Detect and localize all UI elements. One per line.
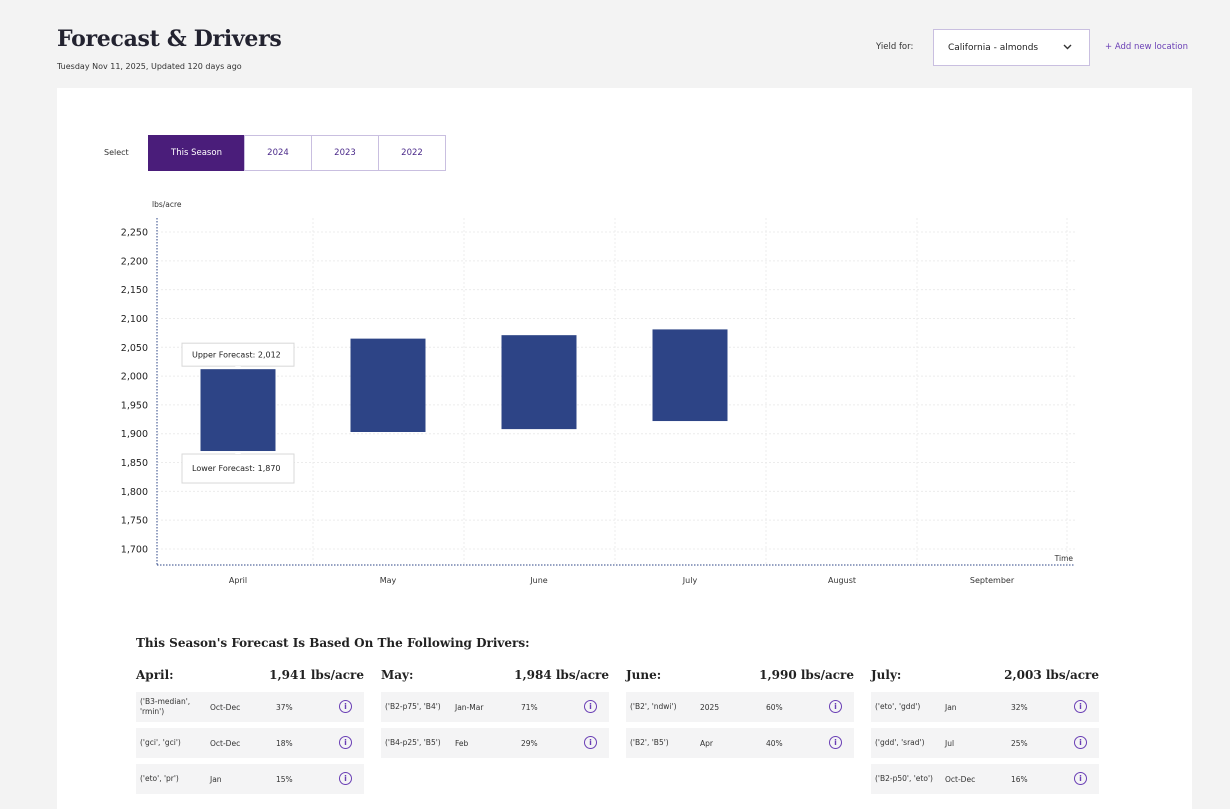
driver-row: ('B2-p50', 'eto') Oct-Dec 16% i bbox=[871, 764, 1099, 794]
driver-feature: ('eto', 'gdd') bbox=[875, 702, 921, 711]
driver-forecast-value: 2,003 lbs/acre bbox=[1004, 668, 1099, 682]
y-tick-label: 2,200 bbox=[121, 256, 148, 267]
y-axis-title: lbs/acre bbox=[152, 200, 182, 209]
driver-percentage: 40% bbox=[766, 738, 783, 748]
y-tick-label: 1,700 bbox=[121, 545, 148, 556]
drivers-heading: This Season's Forecast Is Based On The F… bbox=[136, 636, 530, 650]
driver-percentage: 60% bbox=[766, 702, 783, 712]
driver-period: Oct-Dec bbox=[210, 702, 241, 712]
driver-percentage: 32% bbox=[1011, 702, 1028, 712]
chart-grid bbox=[157, 218, 1075, 565]
driver-feature: ('gdd', 'srad') bbox=[875, 738, 925, 747]
y-tick-label: 1,750 bbox=[121, 516, 148, 527]
driver-percentage: 37% bbox=[276, 702, 293, 712]
driver-period: Apr bbox=[700, 738, 713, 748]
driver-row: ('eto', 'gdd') Jan 32% i bbox=[871, 692, 1099, 722]
driver-period: Jan-Mar bbox=[455, 702, 484, 712]
y-tick-label: 2,000 bbox=[121, 372, 148, 383]
x-tick-label: July bbox=[682, 576, 698, 585]
driver-forecast-value: 1,984 lbs/acre bbox=[514, 668, 609, 682]
forecast-chart: 2,250 2,200 2,150 2,100 2,050 2,000 1,950 1,900… bbox=[121, 200, 1075, 585]
driver-month: June: bbox=[626, 668, 662, 682]
info-icon[interactable]: i bbox=[1074, 700, 1087, 713]
y-tick-label: 2,100 bbox=[121, 314, 148, 325]
forecast-range-bar bbox=[652, 329, 728, 422]
driver-percentage: 25% bbox=[1011, 738, 1028, 748]
info-icon[interactable]: i bbox=[584, 700, 597, 713]
info-icon[interactable]: i bbox=[829, 736, 842, 749]
y-tick-label: 2,050 bbox=[121, 343, 148, 354]
y-tick-label: 1,800 bbox=[121, 487, 148, 498]
driver-row: ('gci', 'gci') Oct-Dec 18% i bbox=[136, 728, 364, 758]
driver-feature: ('B4-p25', 'B5') bbox=[385, 738, 441, 747]
info-icon[interactable]: i bbox=[829, 700, 842, 713]
driver-period: Oct-Dec bbox=[945, 774, 976, 784]
x-axis-title: Time bbox=[1054, 554, 1074, 563]
driver-period: 2025 bbox=[700, 702, 720, 712]
driver-period: Jul bbox=[945, 738, 955, 748]
driver-feature: ('eto', 'pr') bbox=[140, 774, 179, 783]
driver-feature: ('B2-p75', 'B4') bbox=[385, 702, 441, 711]
driver-forecast-value: 1,990 lbs/acre bbox=[759, 668, 854, 682]
x-tick-label: August bbox=[828, 576, 856, 585]
forecast-range-bar bbox=[200, 369, 276, 452]
lower-forecast-tooltip: Lower Forecast: 1,870 bbox=[192, 464, 281, 473]
driver-period: Jan bbox=[210, 774, 222, 784]
driver-month: May: bbox=[381, 668, 414, 682]
driver-feature: ('B3-median', 'rmin') bbox=[140, 697, 191, 716]
y-tick-label: 1,950 bbox=[121, 400, 148, 411]
driver-column: May: 1,984 lbs/acre ('B2-p75', 'B4') Jan-Ma… bbox=[381, 664, 609, 758]
info-icon[interactable]: i bbox=[584, 736, 597, 749]
driver-period: Feb bbox=[455, 738, 469, 748]
driver-row: ('eto', 'pr') Jan 15% i bbox=[136, 764, 364, 794]
driver-row: ('B2-p75', 'B4') Jan-Mar 71% i bbox=[381, 692, 609, 722]
driver-percentage: 16% bbox=[1011, 774, 1028, 784]
info-icon[interactable]: i bbox=[339, 736, 352, 749]
upper-forecast-tooltip-pointer bbox=[235, 366, 241, 370]
x-tick-label: September bbox=[970, 576, 1015, 585]
upper-forecast-tooltip: Upper Forecast: 2,012 bbox=[192, 351, 281, 360]
driver-row: ('B2', 'ndwi') 2025 60% i bbox=[626, 692, 854, 722]
info-icon[interactable]: i bbox=[1074, 736, 1087, 749]
driver-row: ('B2', 'B5') Apr 40% i bbox=[626, 728, 854, 758]
driver-row: ('B3-median', 'rmin') Oct-Dec 37% i bbox=[136, 692, 364, 722]
driver-percentage: 15% bbox=[276, 774, 293, 784]
driver-column: June: 1,990 lbs/acre ('B2', 'ndwi') 2025 60%… bbox=[626, 664, 854, 758]
info-icon[interactable]: i bbox=[1074, 772, 1087, 785]
y-tick-label: 1,900 bbox=[121, 429, 148, 440]
driver-column: April: 1,941 lbs/acre ('B3-median', 'rmin'… bbox=[136, 664, 364, 794]
driver-column-header: May: 1,984 lbs/acre bbox=[381, 664, 609, 686]
driver-period: Jan bbox=[945, 702, 957, 712]
driver-column-header: June: 1,990 lbs/acre bbox=[626, 664, 854, 686]
driver-feature: ('B2', 'B5') bbox=[630, 738, 669, 747]
driver-column-header: April: 1,941 lbs/acre bbox=[136, 664, 364, 686]
info-icon[interactable]: i bbox=[339, 700, 352, 713]
y-tick-label: 2,150 bbox=[121, 285, 148, 296]
driver-month: July: bbox=[871, 668, 902, 682]
driver-row: ('gdd', 'srad') Jul 25% i bbox=[871, 728, 1099, 758]
forecast-range-bar bbox=[350, 338, 426, 432]
y-tick-label: 1,850 bbox=[121, 458, 148, 469]
lower-forecast-tooltip-pointer bbox=[235, 451, 241, 455]
y-tick-label: 2,250 bbox=[121, 228, 148, 239]
driver-column: July: 2,003 lbs/acre ('eto', 'gdd') Jan 32% i… bbox=[871, 664, 1099, 794]
driver-month: April: bbox=[136, 668, 174, 682]
driver-feature: ('gci', 'gci') bbox=[140, 738, 181, 747]
driver-row: ('B4-p25', 'B5') Feb 29% i bbox=[381, 728, 609, 758]
driver-feature: ('B2', 'ndwi') bbox=[630, 702, 677, 711]
x-tick-label: May bbox=[380, 576, 397, 585]
driver-percentage: 18% bbox=[276, 738, 293, 748]
driver-period: Oct-Dec bbox=[210, 738, 241, 748]
driver-percentage: 29% bbox=[521, 738, 538, 748]
driver-percentage: 71% bbox=[521, 702, 538, 712]
x-tick-label: June bbox=[529, 576, 548, 585]
driver-feature: ('B2-p50', 'eto') bbox=[875, 774, 933, 783]
x-tick-label: April bbox=[229, 576, 247, 585]
driver-column-header: July: 2,003 lbs/acre bbox=[871, 664, 1099, 686]
forecast-range-bar bbox=[501, 335, 577, 430]
driver-forecast-value: 1,941 lbs/acre bbox=[269, 668, 364, 682]
info-icon[interactable]: i bbox=[339, 772, 352, 785]
